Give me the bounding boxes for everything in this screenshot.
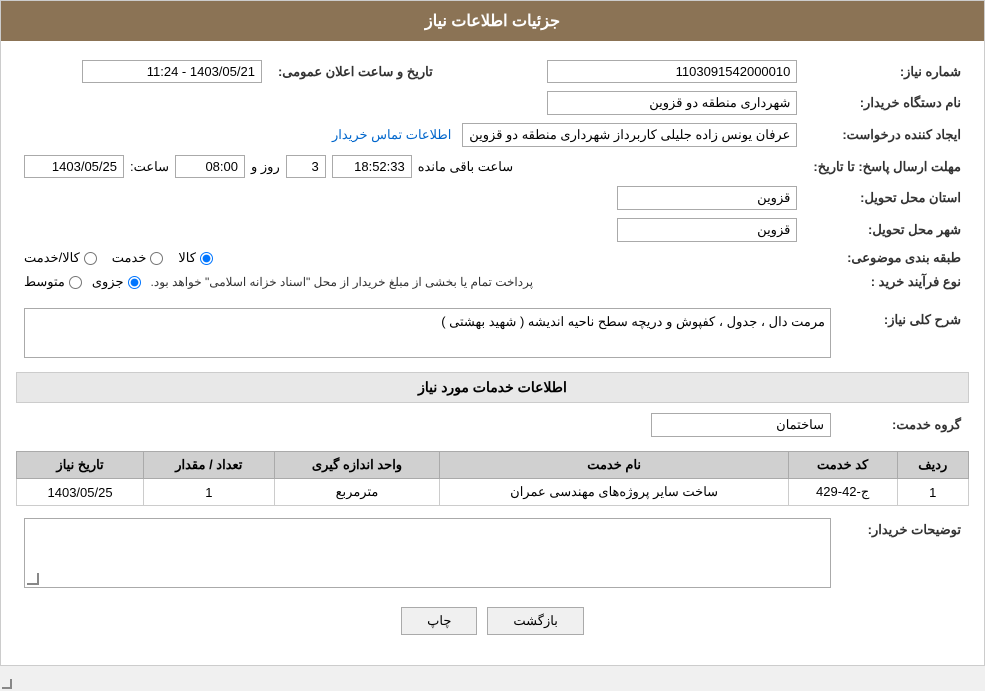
category-row: کالا/خدمت خدمت کالا (16, 246, 805, 270)
deadline-remaining-input: 18:52:33 (332, 155, 412, 178)
announce-date-value: 1403/05/21 - 11:24 (16, 56, 270, 87)
col-service-code: کد خدمت (788, 452, 897, 479)
deadline-days-label: روز و (251, 159, 280, 175)
deadline-label: مهلت ارسال پاسخ: تا تاریخ: (805, 151, 969, 182)
services-section-header: اطلاعات خدمات مورد نیاز (16, 372, 969, 403)
requester-label: ایجاد کننده درخواست: (805, 119, 969, 151)
province-value: قزوین (16, 182, 805, 214)
radio-motavasset[interactable]: متوسط (24, 274, 82, 290)
buttons-row: بازگشت چاپ (16, 607, 969, 635)
service-group-value: ساختمان (16, 409, 839, 441)
page-wrapper: جزئیات اطلاعات نیاز شماره نیاز: 11030915… (0, 0, 985, 666)
need-number-value: 1103091542000010 (461, 56, 806, 87)
info-table: شماره نیاز: 1103091542000010 تاریخ و ساع… (16, 56, 969, 294)
cell-row: 1 (897, 479, 968, 506)
deadline-remaining-label: ساعت باقی مانده (418, 159, 513, 175)
announce-date-label: تاریخ و ساعت اعلان عمومی: (270, 56, 441, 87)
category-label: طبقه بندی موضوعی: (805, 246, 969, 270)
radio-khedmat-label: خدمت (112, 250, 147, 266)
services-table: ردیف کد خدمت نام خدمت واحد اندازه گیری ت… (16, 451, 969, 506)
buyer-notes-label: توضیحات خریدار: (839, 514, 969, 592)
announce-date-input: 1403/05/21 - 11:24 (82, 60, 262, 83)
radio-kala-input[interactable] (200, 252, 213, 265)
process-label: نوع فرآیند خرید : (805, 270, 969, 294)
service-group-label: گروه خدمت: (839, 409, 969, 441)
content-area: شماره نیاز: 1103091542000010 تاریخ و ساع… (1, 41, 984, 665)
radio-kala-khedmat[interactable]: کالا/خدمت (24, 250, 97, 266)
cell-code: ج-42-429 (788, 479, 897, 506)
radio-kala[interactable]: کالا (178, 250, 213, 266)
need-number-label: شماره نیاز: (805, 56, 969, 87)
buyer-desc-inner (25, 519, 830, 529)
city-label: شهر محل تحویل: (805, 214, 969, 246)
service-group-table: گروه خدمت: ساختمان (16, 409, 969, 441)
radio-kala-khedmat-label: کالا/خدمت (24, 250, 80, 266)
col-need-date: تاریخ نیاز (17, 452, 144, 479)
col-row-number: ردیف (897, 452, 968, 479)
radio-kala-label: کالا (178, 250, 196, 266)
contact-link[interactable]: اطلاعات تماس خریدار (332, 127, 451, 142)
need-desc-text: مرمت دال ، جدول ، کفپوش و دریچه سطح ناحی… (441, 314, 825, 329)
buyer-org-value: شهرداری منطقه دو قزوین (16, 87, 805, 119)
cell-quantity: 1 (144, 479, 274, 506)
buyer-org-input: شهرداری منطقه دو قزوین (547, 91, 797, 115)
need-desc-label: شرح کلی نیاز: (839, 304, 969, 362)
buyer-resize-handle[interactable] (27, 573, 39, 585)
radio-motavasset-label: متوسط (24, 274, 65, 290)
deadline-date-input: 1403/05/25 (24, 155, 124, 178)
province-input: قزوین (617, 186, 797, 210)
need-number-input: 1103091542000010 (547, 60, 797, 83)
radio-jozvi[interactable]: جزوی (92, 274, 141, 290)
requester-input: عرفان یونس زاده جلیلی کاربرداز شهرداری م… (462, 123, 797, 147)
table-row: 1 ج-42-429 ساخت سایر پروژه‌های مهندسی عم… (17, 479, 969, 506)
buyer-desc-box (24, 518, 831, 588)
col-service-name: نام خدمت (440, 452, 788, 479)
deadline-days-input: 3 (286, 155, 326, 178)
need-desc-value: مرمت دال ، جدول ، کفپوش و دریچه سطح ناحی… (16, 304, 839, 362)
back-button[interactable]: بازگشت (487, 607, 583, 635)
deadline-time-input: 08:00 (175, 155, 245, 178)
resize-handle[interactable] (2, 679, 12, 689)
col-quantity: تعداد / مقدار (144, 452, 274, 479)
col-unit: واحد اندازه گیری (274, 452, 440, 479)
cell-date: 1403/05/25 (17, 479, 144, 506)
radio-motavasset-input[interactable] (69, 276, 82, 289)
service-group-input: ساختمان (651, 413, 831, 437)
radio-kala-khedmat-input[interactable] (84, 252, 97, 265)
requester-value: عرفان یونس زاده جلیلی کاربرداز شهرداری م… (16, 119, 805, 151)
need-desc-table: شرح کلی نیاز: مرمت دال ، جدول ، کفپوش و … (16, 304, 969, 362)
cell-unit: مترمربع (274, 479, 440, 506)
radio-khedmat[interactable]: خدمت (112, 250, 164, 266)
cell-name: ساخت سایر پروژه‌های مهندسی عمران (440, 479, 788, 506)
process-row: متوسط جزوی پرداخت تمام یا بخشی از مبلغ خ… (16, 270, 805, 294)
buyer-notes-table: توضیحات خریدار: (16, 514, 969, 592)
radio-jozvi-label: جزوی (92, 274, 124, 290)
radio-khedmat-input[interactable] (150, 252, 163, 265)
process-note: پرداخت تمام یا بخشی از مبلغ خریدار از مح… (151, 275, 534, 289)
city-value: قزوین (16, 214, 805, 246)
buyer-org-label: نام دستگاه خریدار: (805, 87, 969, 119)
radio-jozvi-input[interactable] (128, 276, 141, 289)
need-desc-box: مرمت دال ، جدول ، کفپوش و دریچه سطح ناحی… (24, 308, 831, 358)
deadline-time-label: ساعت: (130, 159, 169, 175)
deadline-row: 1403/05/25 ساعت: 08:00 روز و 3 18:52:33 … (16, 151, 805, 182)
buyer-notes-value (16, 514, 839, 592)
city-input: قزوین (617, 218, 797, 242)
print-button[interactable]: چاپ (401, 607, 477, 635)
page-title: جزئیات اطلاعات نیاز (1, 1, 984, 41)
province-label: استان محل تحویل: (805, 182, 969, 214)
